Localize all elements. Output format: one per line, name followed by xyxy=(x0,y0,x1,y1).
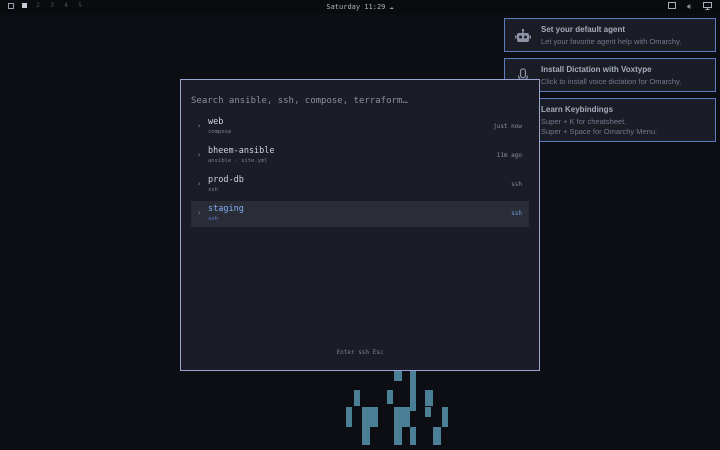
volume-icon[interactable]: 🔉︎ xyxy=(685,2,694,11)
result-name: prod-db xyxy=(208,175,244,185)
notification-title: Learn Keybindings xyxy=(541,105,614,114)
result-item-prod-db[interactable]: › prod-db ssh ssh xyxy=(191,172,529,198)
notification-body-line: Super + K for cheatsheet. xyxy=(541,117,627,126)
screen-icon[interactable] xyxy=(667,2,676,11)
result-item-web[interactable]: › web compose just now xyxy=(191,114,529,140)
result-subtitle: ssh xyxy=(208,216,218,222)
result-subtitle: compose xyxy=(208,129,232,135)
workspace-5[interactable]: 5 xyxy=(76,2,84,9)
top-bar-left: 2 3 4 5 xyxy=(8,2,84,9)
result-name: staging xyxy=(208,204,244,214)
chevron-right-icon: › xyxy=(197,122,202,130)
notification-body: Super + K for cheatsheet. Super + Space … xyxy=(541,117,657,137)
clock[interactable]: Saturday 11:29 xyxy=(326,3,385,11)
result-meta: 11m ago xyxy=(496,152,522,159)
system-tray: 🔉︎ xyxy=(667,2,712,11)
result-meta: just now xyxy=(493,123,522,130)
weather-cloud-icon[interactable]: ☁ xyxy=(389,3,393,11)
notification-body-line: Let your favorite agent help with Omarch… xyxy=(541,37,682,46)
notification-default-agent[interactable]: Set your default agent Let your favorite… xyxy=(504,18,716,52)
chevron-right-icon: › xyxy=(197,151,202,159)
result-name: bheem-ansible xyxy=(208,146,275,156)
chevron-right-icon: › xyxy=(197,180,202,188)
result-meta: ssh xyxy=(511,181,522,188)
notification-body: Click to install voice dictation for Oma… xyxy=(541,77,681,87)
notification-body-line: Super + Space for Omarchy Menu. xyxy=(541,127,658,136)
workspace-3[interactable]: 3 xyxy=(48,2,56,9)
result-item-bheem-ansible[interactable]: › bheem-ansible ansible · site.yml 11m a… xyxy=(191,143,529,169)
robot-icon xyxy=(515,28,531,44)
app-launcher-icon[interactable] xyxy=(8,2,14,9)
result-subtitle: ansible · site.yml xyxy=(208,158,268,164)
clock-area: Saturday 11:29 ☁ xyxy=(0,3,720,11)
result-meta: ssh xyxy=(511,210,522,217)
notification-body: Let your favorite agent help with Omarch… xyxy=(541,37,681,47)
launcher-window: › web compose just now › bheem-ansible a… xyxy=(180,79,540,371)
notification-title: Install Dictation with Voxtype xyxy=(541,65,652,74)
chevron-right-icon: › xyxy=(197,209,202,217)
workspace-2[interactable]: 2 xyxy=(34,2,42,9)
monitor-icon[interactable] xyxy=(703,2,712,11)
result-subtitle: ssh xyxy=(208,187,218,193)
keyboard-hint: Enter ssh Esc xyxy=(336,349,384,356)
notification-title: Set your default agent xyxy=(541,25,626,34)
search-input[interactable] xyxy=(191,94,511,108)
result-name: web xyxy=(208,117,224,127)
workspace-4[interactable]: 4 xyxy=(62,2,70,9)
top-bar: 2 3 4 5 Saturday 11:29 ☁ 🔉︎ xyxy=(0,0,720,14)
result-item-staging[interactable]: › staging ssh ssh xyxy=(191,201,529,227)
workspace-1[interactable] xyxy=(20,2,28,9)
notification-body-line: Click to install voice dictation for Oma… xyxy=(541,77,682,86)
